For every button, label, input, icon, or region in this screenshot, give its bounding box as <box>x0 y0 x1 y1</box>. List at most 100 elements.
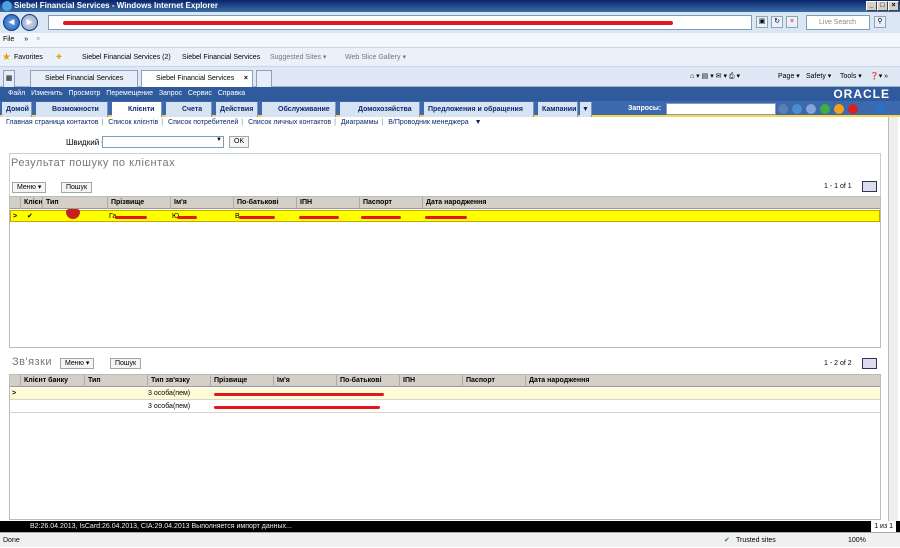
fav-link-2[interactable]: Siebel Financial Services <box>182 48 260 68</box>
links-dropdown-icon[interactable]: ▼ <box>475 119 482 126</box>
tab-households[interactable]: Домохозяйства <box>340 102 420 117</box>
link-personal-contacts[interactable]: Список личных контактов <box>248 119 331 126</box>
ie-tab-1[interactable]: Siebel Financial Services <box>30 70 138 87</box>
new-tab-button[interactable] <box>256 70 272 87</box>
table-row[interactable]: 3 особа(пем) <box>10 401 880 413</box>
tab-accounts[interactable]: Счета <box>166 102 212 117</box>
tab-activities[interactable]: Действия <box>216 102 258 117</box>
col-relation-type[interactable]: Тип зв'язку <box>147 375 210 387</box>
col-rel-passport[interactable]: Паспорт <box>462 375 525 387</box>
favorites-label[interactable]: Favorites <box>14 48 43 68</box>
link-charts[interactable]: Диаграммы <box>341 119 379 126</box>
status-red-icon[interactable] <box>848 104 858 114</box>
sb-menu-edit[interactable]: Изменить <box>31 90 63 97</box>
link-manager-explorer[interactable]: В/Проводник менеджера <box>388 119 468 126</box>
menu-close[interactable]: × <box>36 36 40 43</box>
col-rel-type[interactable]: Тип <box>84 375 147 387</box>
results-layout-icon[interactable] <box>862 181 877 192</box>
compat-view-icon[interactable]: ▣ <box>756 16 768 28</box>
ie-tab-2[interactable]: Siebel Financial Services × <box>141 70 253 87</box>
tools-menu[interactable]: Tools ▾ <box>840 67 862 87</box>
page-menu[interactable]: Page ▾ <box>778 67 800 87</box>
col-type[interactable]: Тип <box>42 197 107 209</box>
table-row[interactable]: > 3 особа(пем) <box>10 388 880 400</box>
col-inn[interactable]: ІПН <box>296 197 359 209</box>
fav-link-4[interactable]: Web Slice Gallery ▾ <box>345 48 406 68</box>
col-rel-patronymic[interactable]: По-батькові <box>336 375 399 387</box>
tool-icon-3[interactable] <box>806 104 816 114</box>
results-menu-button[interactable]: Меню ▾ <box>12 182 47 193</box>
zoom-label[interactable]: 100% <box>848 533 866 548</box>
col-patronymic[interactable]: По-батькові <box>233 197 296 209</box>
tool-icon-2[interactable] <box>792 104 802 114</box>
tab-clients[interactable]: Клієнти <box>112 102 162 117</box>
relations-menu-button[interactable]: Меню ▾ <box>60 358 95 369</box>
col-bank-client[interactable]: Клієнт банку <box>20 375 84 387</box>
help-icon[interactable]: ❓▾ » <box>870 67 888 87</box>
col-birthdate[interactable]: Дата народження <box>422 197 542 209</box>
add-favorite-icon[interactable]: ✚ <box>56 48 62 68</box>
tab-opportunities[interactable]: Возможности <box>36 102 108 117</box>
menu-more[interactable]: » <box>24 36 28 43</box>
sb-menu-help[interactable]: Справка <box>218 90 245 97</box>
exit-icon[interactable] <box>876 104 886 114</box>
col-name[interactable]: Ім'я <box>170 197 233 209</box>
row-selector-icon: > <box>13 213 18 220</box>
link-clients-list[interactable]: Список клієнтів <box>108 119 158 126</box>
menu-file[interactable]: File <box>3 36 14 43</box>
refresh-icon[interactable]: ↻ <box>771 16 783 28</box>
oracle-logo: ORACLE <box>833 87 890 101</box>
col-rel-inn[interactable]: ІПН <box>399 375 462 387</box>
sb-menu-view[interactable]: Просмотр <box>68 90 100 97</box>
sb-menu-file[interactable]: Файл <box>8 90 25 97</box>
tabs-dropdown-icon[interactable]: ▼ <box>580 102 592 117</box>
close-tab-icon[interactable]: × <box>244 71 248 87</box>
fav-link-3[interactable]: Suggested Sites ▾ <box>270 48 326 68</box>
search-icon[interactable]: ⚲ <box>874 16 886 28</box>
search-input[interactable]: Live Search <box>806 15 870 30</box>
tool-icon-1[interactable] <box>778 104 788 114</box>
home-icon[interactable]: ⌂ ▾ ▤ ▾ ✉ ▾ ⎙ ▾ <box>690 67 740 87</box>
col-client[interactable]: Клієн <box>20 197 43 209</box>
maximize-button[interactable]: □ <box>877 1 888 11</box>
queries-select[interactable] <box>666 103 776 115</box>
sb-menu-query[interactable]: Запрос <box>159 90 182 97</box>
message-bar: В2:26.04.2013, IsCard:26.04.2013, CIA:29… <box>0 521 900 532</box>
sb-menu-navigate[interactable]: Перемещение <box>106 90 153 97</box>
tab-home[interactable]: Домой <box>2 102 32 117</box>
tab-service[interactable]: Обслуживание <box>262 102 336 117</box>
relations-query-button[interactable]: Пошук <box>110 358 142 369</box>
results-query-button[interactable]: Пошук <box>61 182 93 193</box>
sb-menu-tools[interactable]: Сервис <box>188 90 212 97</box>
close-window-button[interactable]: × <box>888 1 899 11</box>
link-contacts-home[interactable]: Главная страница контактов <box>6 119 99 126</box>
col-surname[interactable]: Прізвище <box>107 197 170 209</box>
fav-link-1[interactable]: Siebel Financial Services (2) <box>82 48 171 68</box>
redacted-name <box>177 216 197 219</box>
quick-query-select[interactable]: ▼ <box>102 136 224 148</box>
col-rel-surname[interactable]: Прізвище <box>210 375 273 387</box>
ie-tab-1-label: Siebel Financial Services <box>45 75 124 82</box>
status-green-icon[interactable] <box>820 104 830 114</box>
status-orange-icon[interactable] <box>834 104 844 114</box>
stop-icon[interactable]: × <box>786 16 798 28</box>
minimize-button[interactable]: _ <box>866 1 877 11</box>
col-rel-birthdate[interactable]: Дата народження <box>525 375 645 387</box>
ie-logo-icon <box>2 1 12 11</box>
ok-button[interactable]: OK <box>229 136 250 148</box>
tab-campaigns[interactable]: Кампании <box>538 102 578 117</box>
back-button[interactable]: ◄ <box>3 14 20 31</box>
quick-tabs-icon[interactable]: ▦ <box>3 70 15 87</box>
table-row[interactable]: > ✔ Га Ю В <box>10 209 880 222</box>
col-passport[interactable]: Паспорт <box>359 197 422 209</box>
address-input[interactable] <box>48 15 752 30</box>
safety-menu[interactable]: Safety ▾ <box>806 67 831 87</box>
screen-tabs: Домой Возможности Клієнти Счета Действия… <box>0 101 900 117</box>
link-consumers-list[interactable]: Список потребителей <box>168 119 238 126</box>
col-rel-name[interactable]: Ім'я <box>273 375 336 387</box>
tab-offers[interactable]: Предложения и обращения <box>424 102 534 117</box>
relations-layout-icon[interactable] <box>862 358 877 369</box>
page-scrollbar[interactable] <box>888 117 898 521</box>
redacted-person <box>214 406 380 409</box>
forward-button[interactable]: ► <box>21 14 38 31</box>
